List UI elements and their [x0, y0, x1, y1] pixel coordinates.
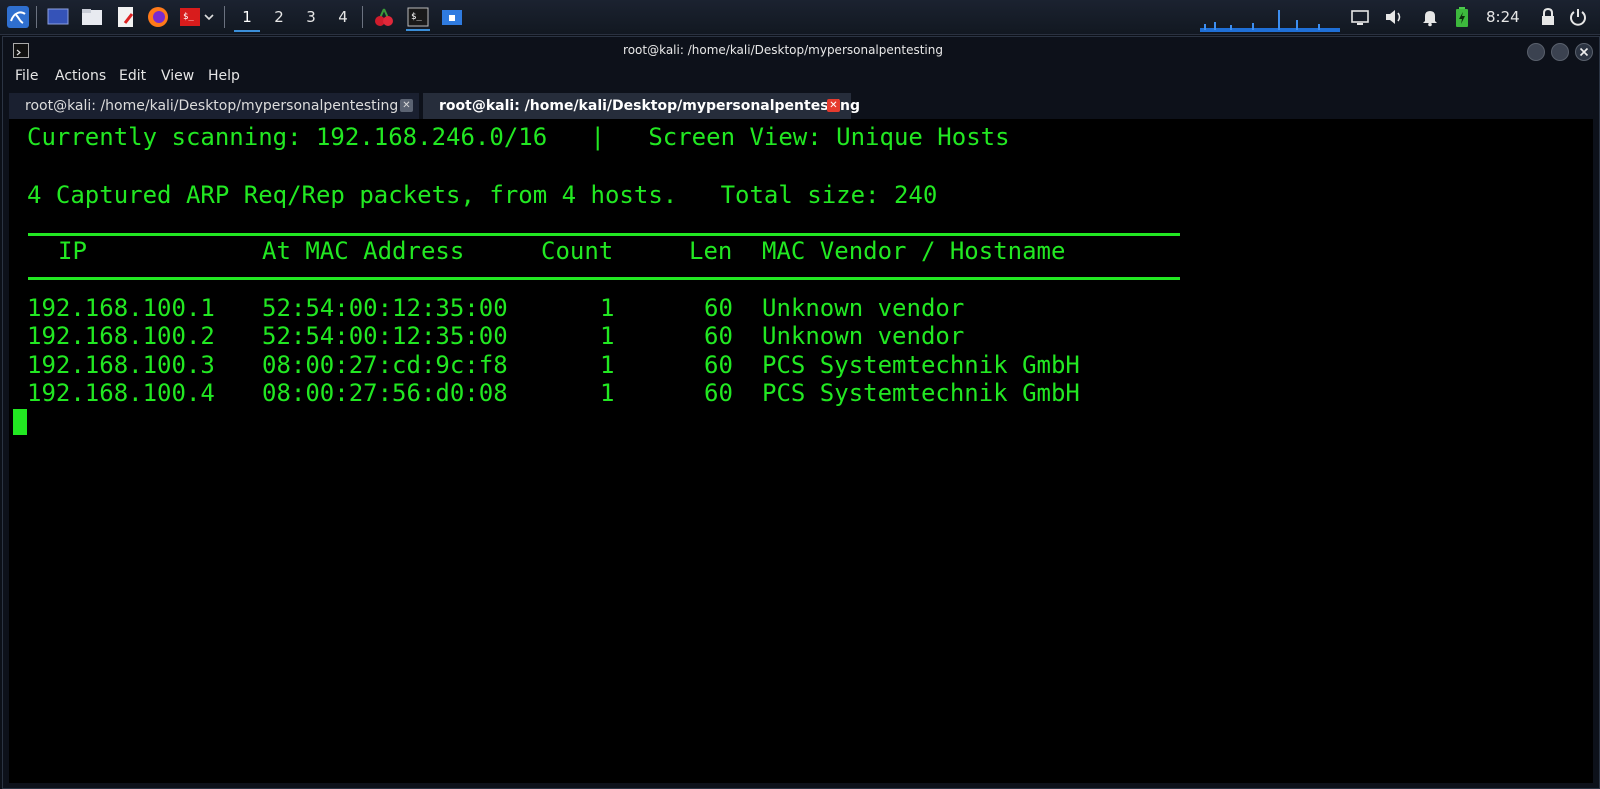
row-vendor: Unknown vendor: [762, 322, 965, 350]
header-count: Count: [541, 237, 614, 265]
window-title: root@kali: /home/kali/Desktop/mypersonal…: [623, 43, 943, 57]
row-vendor: PCS Systemtechnik GmbH: [762, 351, 1080, 379]
row-len: 60: [704, 351, 733, 379]
row-mac: 52:54:00:12:35:00: [262, 322, 508, 350]
row-mac: 08:00:27:cd:9c:f8: [262, 351, 508, 379]
power-icon[interactable]: [1566, 5, 1590, 29]
table-header-rule: [28, 277, 1180, 280]
close-tab-icon[interactable]: ✕: [400, 99, 413, 112]
menu-edit[interactable]: Edit: [119, 68, 146, 84]
panel-separator: [362, 6, 363, 28]
tab-terminal-2[interactable]: root@kali: /home/kali/Desktop/mypersonal…: [423, 93, 860, 119]
terminal-window: root@kali: /home/kali/Desktop/mypersonal…: [2, 36, 1600, 789]
row-len: 60: [704, 322, 733, 350]
window-titlebar[interactable]: root@kali: /home/kali/Desktop/mypersonal…: [3, 37, 1599, 65]
text-editor-icon[interactable]: [114, 5, 138, 29]
maximize-button[interactable]: [1551, 43, 1569, 61]
display-icon[interactable]: [1348, 5, 1372, 29]
workspace-2[interactable]: 2: [266, 6, 292, 30]
menu-view[interactable]: View: [161, 68, 194, 84]
row-vendor: Unknown vendor: [762, 294, 965, 322]
row-mac: 08:00:27:56:d0:08: [262, 379, 508, 407]
workspace-4[interactable]: 4: [330, 6, 356, 30]
row-mac: 52:54:00:12:35:00: [262, 294, 508, 322]
close-button[interactable]: [1575, 43, 1593, 61]
battery-icon[interactable]: [1450, 5, 1474, 29]
table-top-rule: [28, 233, 1180, 236]
cherrytree-icon[interactable]: [372, 5, 396, 29]
desktop-icon[interactable]: [46, 5, 70, 29]
tab-bar: root@kali: /home/kali/Desktop/mypersonal…: [3, 91, 1599, 119]
tab-label: root@kali: /home/kali/Desktop/mypersonal…: [25, 98, 399, 114]
row-ip: 192.168.100.3: [27, 351, 215, 379]
chevron-down-icon[interactable]: [202, 5, 216, 29]
menu-bar: File Actions Edit View Help: [3, 65, 1599, 87]
close-tab-icon[interactable]: ✕: [827, 99, 840, 112]
panel-separator: [36, 6, 37, 28]
scan-status-line: Currently scanning: 192.168.246.0/16 | S…: [27, 123, 1010, 151]
row-count: 1: [600, 351, 615, 379]
row-len: 60: [704, 294, 733, 322]
row-count: 1: [600, 294, 615, 322]
firefox-icon[interactable]: [146, 5, 170, 29]
header-len: Len: [689, 237, 733, 265]
window-icon[interactable]: [440, 5, 464, 29]
lock-icon[interactable]: [1536, 5, 1560, 29]
top-panel: $_ 1 2 3 4 $_ 8:24: [0, 0, 1600, 35]
svg-text:$_: $_: [183, 12, 194, 22]
workspace-1[interactable]: 1: [234, 6, 260, 32]
panel-separator: [224, 6, 225, 28]
clock[interactable]: 8:24: [1486, 8, 1520, 26]
svg-text:$_: $_: [411, 12, 422, 22]
menu-file[interactable]: File: [15, 68, 38, 84]
menu-actions[interactable]: Actions: [55, 68, 106, 84]
minimize-button[interactable]: [1527, 43, 1545, 61]
row-ip: 192.168.100.4: [27, 379, 215, 407]
kali-menu-icon[interactable]: [6, 5, 30, 29]
row-ip: 192.168.100.2: [27, 322, 215, 350]
row-count: 1: [600, 379, 615, 407]
row-count: 1: [600, 322, 615, 350]
workspace-3[interactable]: 3: [298, 6, 324, 30]
terminal-output[interactable]: Currently scanning: 192.168.246.0/16 | S…: [9, 119, 1593, 783]
volume-icon[interactable]: [1382, 5, 1406, 29]
terminal-icon[interactable]: $_: [406, 5, 430, 31]
tab-terminal-1[interactable]: root@kali: /home/kali/Desktop/mypersonal…: [9, 93, 419, 119]
window-bottom-border: [3, 783, 1599, 788]
capture-summary-line: 4 Captured ARP Req/Rep packets, from 4 h…: [27, 181, 938, 209]
row-len: 60: [704, 379, 733, 407]
header-mac: At MAC Address: [262, 237, 465, 265]
header-ip: IP: [58, 237, 87, 265]
header-vendor: MAC Vendor / Hostname: [762, 237, 1066, 265]
network-graph-icon: [1200, 8, 1340, 32]
terminal-red-icon[interactable]: $_: [178, 5, 202, 29]
files-icon[interactable]: [80, 5, 104, 29]
terminal-cursor: [13, 409, 27, 435]
menu-help[interactable]: Help: [208, 68, 240, 84]
tab-label: root@kali: /home/kali/Desktop/mypersonal…: [439, 98, 861, 114]
row-vendor: PCS Systemtechnik GmbH: [762, 379, 1080, 407]
row-ip: 192.168.100.1: [27, 294, 215, 322]
bell-icon[interactable]: [1418, 5, 1442, 29]
